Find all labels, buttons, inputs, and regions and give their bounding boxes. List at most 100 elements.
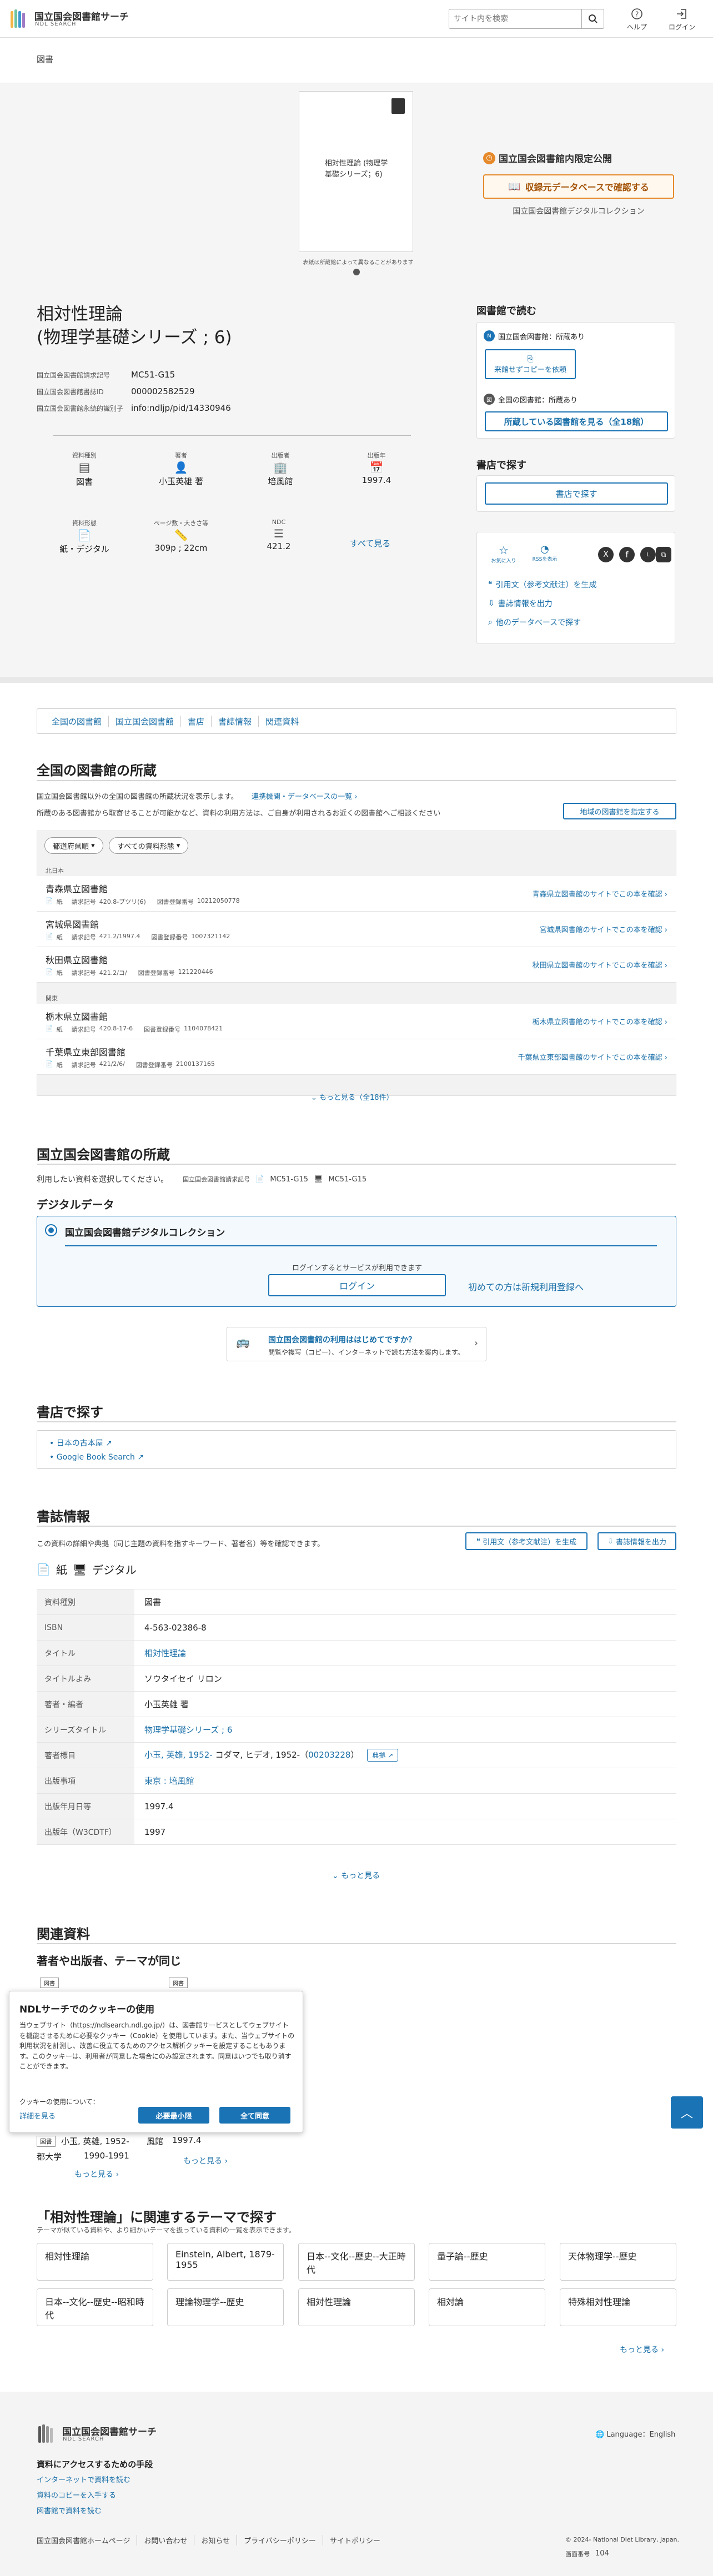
library-link[interactable]: 千葉県立東部図書館のサイトでこの本を確認 ›	[518, 1051, 667, 1062]
other-db-link[interactable]: ⌕ 他のデータベースで探す	[488, 617, 581, 628]
calendar-icon: 📅	[369, 461, 384, 474]
facets-divider	[53, 435, 411, 436]
author-id-link[interactable]: 00203228	[308, 1750, 350, 1760]
table-row: タイトル 相対性理論	[37, 1641, 676, 1666]
theme-card[interactable]: 相対性理論	[298, 2288, 415, 2326]
ndl-desc: 利用したい資料を選択してください。 国立国会図書館請求記号 📄 MC51-G15 …	[37, 1175, 367, 1185]
copy-request-label: 来館せずコピーを依頼	[494, 365, 566, 374]
tab-national[interactable]: 全国の図書館	[45, 715, 109, 727]
theme-card[interactable]: 理論物理学--歴史	[167, 2288, 284, 2326]
theme-card[interactable]: 日本--文化--歴史--昭和時代	[37, 2288, 153, 2326]
cover-title: 相対性理論 (物理学基礎シリーズ；6)	[325, 159, 388, 179]
see-all-link[interactable]: すべて見る	[350, 537, 390, 549]
copy-link-icon[interactable]: ⧉	[656, 547, 671, 562]
facet: 資料形態 📄 紙・デジタル	[53, 519, 116, 555]
language-link[interactable]: 🌐 Language：English	[595, 2428, 675, 2439]
library-link[interactable]: 栃木県立図書館のサイトでこの本を確認 ›	[533, 1016, 667, 1027]
access-link[interactable]: 図書館で資料を読む	[37, 2505, 102, 2515]
search-input[interactable]	[454, 13, 576, 24]
access-link[interactable]: インターネットで資料を読む	[37, 2474, 130, 2484]
related-more-link[interactable]: もっと見る ›	[74, 2169, 119, 2180]
theme-card[interactable]: 日本--文化--歴史--大正時代	[298, 2243, 415, 2281]
library-link[interactable]: 秋田県立図書館のサイトでこの本を確認 ›	[533, 959, 667, 970]
theme-card[interactable]: 量子論--歴史	[429, 2243, 545, 2281]
authority-button[interactable]: 典拠 ↗	[367, 1749, 399, 1762]
favorite-button[interactable]: ☆ お気に入り	[488, 544, 519, 564]
car-icon: 🚌	[236, 1335, 250, 1349]
cookie-details-link[interactable]: 詳細を見る	[19, 2110, 56, 2121]
paper-icon: 📄	[37, 1562, 51, 1576]
theme-card[interactable]: 相対論	[429, 2288, 545, 2326]
bib-export-button[interactable]: ⇩ 書誌情報を出力	[597, 1532, 676, 1550]
store-link[interactable]: • 日本の古本屋 ↗	[49, 1437, 112, 1448]
bookstore-button[interactable]: 書店で探す	[485, 482, 668, 505]
first-time-card[interactable]: 🚌 国立国会図書館の利用ははじめてですか？ 閲覧や複写（コピー）、インターネット…	[227, 1327, 486, 1361]
themes-more-link[interactable]: もっと見る ›	[620, 2344, 664, 2355]
related-item[interactable]: 図書 小玉, 英雄, 1952-	[37, 2135, 129, 2147]
tab-related[interactable]: 関連資料	[259, 716, 305, 727]
copy-request-button[interactable]: ⎘ 来館せずコピーを依頼	[485, 349, 576, 379]
footer-link[interactable]: お知らせ	[194, 2535, 238, 2545]
theme-card[interactable]: 天体物理学--歴史	[560, 2243, 676, 2281]
cover-note: 表紙は所蔵館によって異なることがあります	[303, 260, 414, 266]
ndl-only-label: 国立国会図書館内限定公開	[499, 154, 612, 165]
back-to-top-button[interactable]: ︿	[671, 2096, 703, 2129]
register-link[interactable]: 初めての方は新規利用登録へ	[468, 1280, 584, 1293]
breadcrumb-item[interactable]: 図書	[37, 53, 53, 65]
access-heading: 資料にアクセスするための手段	[37, 2459, 153, 2469]
digital-heading: デジタルデータ	[37, 1198, 114, 1211]
rss-button[interactable]: ◔ RSSを表示	[528, 544, 561, 562]
digital-icon: 🖥	[72, 1562, 87, 1576]
arrow-icon: ›	[354, 793, 358, 801]
quote-icon: ❝	[488, 580, 493, 589]
book-title: 相対性理論 (物理学基礎シリーズ ; 6)	[37, 303, 232, 350]
tab-ndl[interactable]: 国立国会図書館	[109, 715, 182, 727]
facebook-share-icon[interactable]: f	[619, 547, 635, 562]
author-heading-link[interactable]: 小玉, 英雄, 1952-	[144, 1750, 213, 1760]
ndl-db-button[interactable]: 📖 収録元データベースで確認する	[483, 174, 674, 199]
cookie-agree-button[interactable]: 全て同意	[219, 2107, 290, 2124]
related-more-link[interactable]: もっと見る ›	[183, 2155, 228, 2166]
all-libs-button[interactable]: 所蔵している図書館を見る（全18館）	[485, 411, 668, 431]
related-item-2[interactable]: 風館 1997.4	[147, 2135, 202, 2147]
theme-card[interactable]: 特殊相対性理論	[560, 2288, 676, 2326]
footer-logo[interactable]: 国立国会図書館サーチ NDL SEARCH	[37, 2423, 181, 2447]
tab-store[interactable]: 書店	[181, 715, 212, 727]
tab-bib[interactable]: 書誌情報	[212, 715, 259, 727]
cookie-about: クッキーの使用について：	[19, 2098, 99, 2106]
clock-icon: ◷	[483, 152, 495, 164]
x-share-icon[interactable]: X	[598, 547, 614, 562]
help-link[interactable]: ? ヘルプ	[623, 8, 651, 32]
login-link[interactable]: ログイン	[665, 8, 699, 32]
footer-link[interactable]: プライバシーポリシー	[237, 2535, 323, 2545]
line-share-icon[interactable]: L	[640, 547, 656, 562]
footer-link[interactable]: お問い合わせ	[137, 2535, 195, 2545]
sort-filter[interactable]: 都道府県順 ▾	[44, 837, 103, 854]
cookie-necessary-button[interactable]: 必要最小限	[138, 2107, 209, 2124]
store-link[interactable]: • Google Book Search ↗	[49, 1453, 144, 1462]
library-link[interactable]: 青森県立図書館のサイトでこの本を確認 ›	[533, 888, 667, 899]
more-libraries-link[interactable]: ⌄ もっと見る（全18件）	[311, 1091, 394, 1102]
theme-card[interactable]: Einstein, Albert, 1879-1955	[167, 2243, 284, 2281]
bib-cite-button[interactable]: ❝ 引用文（参考文献注）を生成	[465, 1532, 588, 1550]
export-link[interactable]: ⇩ 書誌情報を出力	[488, 598, 553, 609]
region-button[interactable]: 地域の図書館を指定する	[563, 803, 676, 819]
divider	[37, 1421, 676, 1422]
cite-link[interactable]: ❝ 引用文（参考文献注）を生成	[488, 579, 597, 590]
footer-link[interactable]: サイトポリシー	[323, 2535, 387, 2545]
help-label: ヘルプ	[626, 23, 647, 31]
theme-card[interactable]: 相対性理論	[37, 2243, 153, 2281]
ndl-db-button-label: 収録元データベースで確認する	[525, 182, 649, 193]
access-link[interactable]: 資料のコピーを入手する	[37, 2489, 116, 2500]
collection-login-button[interactable]: ログイン	[268, 1274, 446, 1296]
format-filter[interactable]: すべての資料形態 ▾	[109, 837, 189, 854]
partner-list-link[interactable]: 連携機関・データベースの一覧	[252, 793, 352, 801]
facet: NDC ☰ 421.2	[251, 519, 307, 551]
logo[interactable]: 国立国会図書館サーチ NDL SEARCH	[9, 8, 148, 30]
radio-selected[interactable]	[45, 1224, 57, 1236]
footer-link[interactable]: 国立国会図書館ホームページ	[37, 2535, 138, 2545]
bib-more-link[interactable]: ⌄ もっと見る	[332, 1870, 380, 1881]
table-row: 出版年（W3CDTF） 1997	[37, 1819, 676, 1845]
library-link[interactable]: 宮城県図書館のサイトでこの本を確認 ›	[540, 924, 667, 934]
search-button[interactable]	[581, 9, 604, 28]
